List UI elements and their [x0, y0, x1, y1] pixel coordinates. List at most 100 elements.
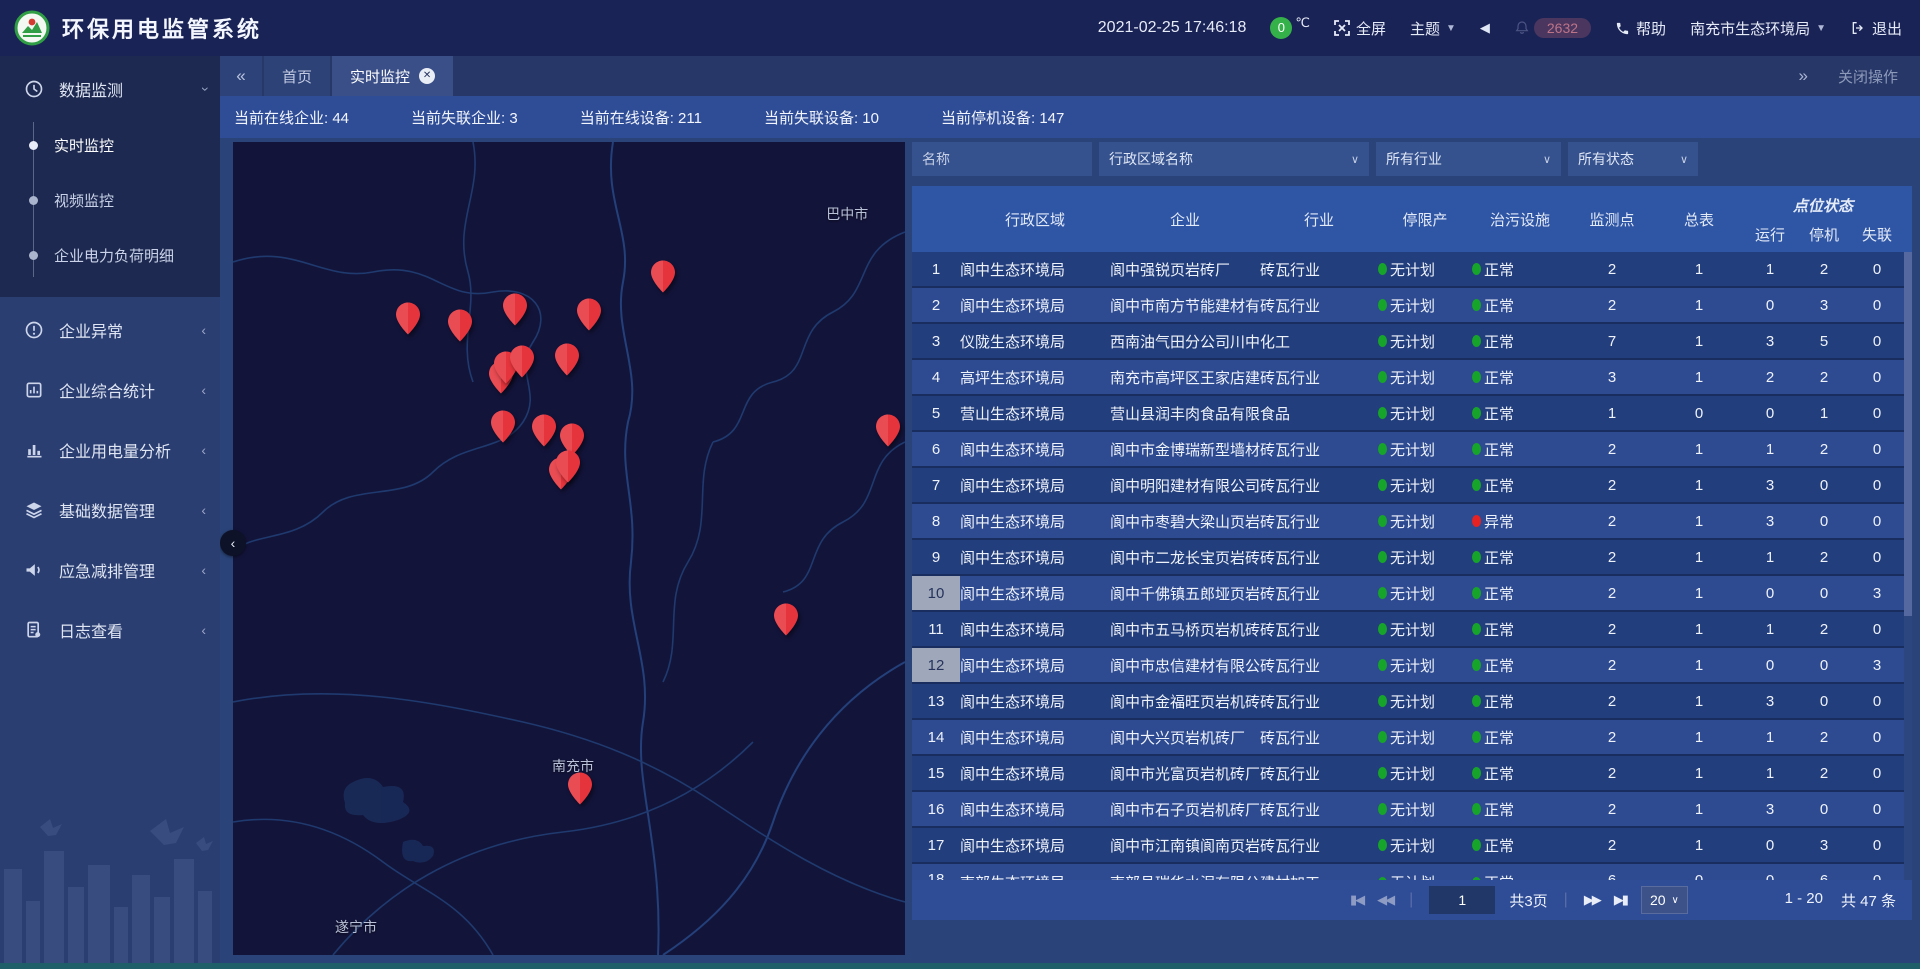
tab-realtime-monitoring[interactable]: 实时监控 ✕ — [332, 56, 453, 96]
value-cell: 1 — [1742, 549, 1798, 566]
table-row[interactable]: 4高坪生态环境局南充市高坪区王家店建砖瓦行业无计划正常31220 — [912, 360, 1904, 396]
last-page-button[interactable]: ▶▮ — [1614, 892, 1627, 908]
map-panel[interactable]: 巴中市南充市遂宁市 ‹ — [233, 142, 905, 955]
status-text: 正常 — [1484, 547, 1514, 568]
page-size-select[interactable]: 20 ∨ — [1641, 886, 1688, 914]
map-pin-icon[interactable] — [510, 345, 534, 377]
table-row[interactable]: 8阆中生态环境局阆中市枣碧大梁山页岩砖瓦行业无计划异常21300 — [912, 504, 1904, 540]
region-filter-select[interactable]: 行政区域名称 ∨ — [1099, 142, 1369, 176]
stat-当前失联企业: 当前失联企业: 3 — [411, 107, 518, 128]
row-index-cell: 1 — [912, 252, 960, 286]
pagination-divider: | — [1564, 891, 1568, 909]
status-text: 无计划 — [1390, 619, 1435, 640]
status-text: 正常 — [1484, 475, 1514, 496]
industry-cell: 建材加工 — [1260, 872, 1378, 880]
map-pin-icon[interactable] — [532, 415, 556, 447]
industry-cell: 砖瓦行业 — [1260, 367, 1378, 388]
sidebar-item-log-view[interactable]: 日志查看‹ — [0, 603, 220, 657]
chevron-left-icon: ‹ — [201, 322, 206, 338]
bottom-accent-strip — [0, 963, 1920, 969]
logout-button[interactable]: 退出 — [1850, 18, 1902, 39]
map-pin-icon[interactable] — [448, 309, 472, 341]
industry-cell: 砖瓦行业 — [1260, 547, 1378, 568]
table-row[interactable]: 3仪陇生态环境局西南油气田分公司川中化工无计划正常71350 — [912, 324, 1904, 360]
sidebar-item-emergency-reduction[interactable]: 应急减排管理‹ — [0, 543, 220, 597]
table-row[interactable]: 5营山生态环境局营山县润丰肉食品有限食品无计划正常10010 — [912, 396, 1904, 432]
table-row[interactable]: 6阆中生态环境局阆中市金博瑞新型墙材砖瓦行业无计划正常21120 — [912, 432, 1904, 468]
name-filter-input[interactable] — [912, 142, 1092, 176]
table-row[interactable]: 9阆中生态环境局阆中市二龙长宝页岩砖砖瓦行业无计划正常21120 — [912, 540, 1904, 576]
table-row[interactable]: 2阆中生态环境局阆中市南方节能建材有砖瓦行业无计划正常21030 — [912, 288, 1904, 324]
sidebar-collapse-button[interactable]: ‹ — [220, 530, 246, 556]
table-scrollbar[interactable] — [1904, 252, 1912, 880]
table-row[interactable]: 10阆中生态环境局阆中千佛镇五郎垭页岩砖瓦行业无计划正常21003 — [912, 576, 1904, 612]
table-row[interactable]: 11阆中生态环境局阆中市五马桥页岩机砖砖瓦行业无计划正常21120 — [912, 612, 1904, 648]
status-cell: 正常 — [1472, 403, 1568, 424]
notification-area[interactable]: 2632 — [1514, 18, 1591, 38]
first-page-button[interactable]: ▮◀ — [1350, 892, 1363, 908]
fullscreen-button[interactable]: 全屏 — [1334, 18, 1386, 39]
map-pin-icon[interactable] — [396, 303, 420, 335]
close-operations-button[interactable]: 关闭操作 — [1838, 66, 1898, 87]
sidebar-group-basic-data-management: 基础数据管理‹ — [0, 477, 220, 537]
company-cell: 阆中市光富页岩机砖厂 — [1110, 763, 1260, 784]
tabs-scroll-left-button[interactable]: « — [220, 56, 262, 96]
top-header: 环保用电监管系统 2021-02-25 17:46:18 0 ℃ 全屏 主题 ▼… — [0, 0, 1920, 56]
next-page-button[interactable]: ▶▶ — [1584, 892, 1600, 908]
table-row[interactable]: 15阆中生态环境局阆中市光富页岩机砖厂砖瓦行业无计划正常21120 — [912, 756, 1904, 792]
scrollbar-thumb[interactable] — [1904, 252, 1912, 616]
industry-cell: 化工 — [1260, 331, 1378, 352]
map-pin-icon[interactable] — [503, 294, 527, 326]
prev-page-button[interactable]: ◀◀ — [1377, 892, 1393, 908]
map-pin-icon[interactable] — [577, 299, 601, 331]
help-button[interactable]: 帮助 — [1615, 18, 1666, 39]
table-row[interactable]: 14阆中生态环境局阆中大兴页岩机砖厂砖瓦行业无计划正常21120 — [912, 720, 1904, 756]
value-cell: 1 — [1656, 765, 1742, 782]
table-row[interactable]: 1阆中生态环境局阆中强锐页岩砖厂砖瓦行业无计划正常21120 — [912, 252, 1904, 288]
sidebar-submenu: 实时监控视频监控企业电力负荷明细 — [0, 116, 220, 291]
sidebar-item-power-usage-analysis[interactable]: 企业用电量分析‹ — [0, 423, 220, 477]
status-dot-icon — [1472, 515, 1481, 527]
map-pin-icon[interactable] — [556, 451, 580, 483]
industry-filter-select[interactable]: 所有行业 ∨ — [1376, 142, 1561, 176]
sidebar-group-enterprise-abnormal: 企业异常‹ — [0, 297, 220, 357]
status-text: 无计划 — [1390, 547, 1435, 568]
value-cell: 0 — [1850, 549, 1904, 566]
value-cell: 2 — [1568, 513, 1656, 530]
tabs-scroll-right-button[interactable]: » — [1799, 66, 1808, 86]
map-pin-icon[interactable] — [568, 773, 592, 805]
tab-close-icon[interactable]: ✕ — [419, 68, 435, 84]
row-index-cell: 11 — [912, 612, 960, 646]
theme-dropdown[interactable]: 主题 ▼ — [1410, 18, 1456, 39]
map-pin-icon[interactable] — [555, 343, 579, 375]
user-org-dropdown[interactable]: 南充市生态环境局 ▼ — [1690, 18, 1826, 39]
map-pin-icon[interactable] — [491, 411, 515, 443]
total-pages-label: 共3页 — [1509, 890, 1547, 911]
table-row[interactable]: 13阆中生态环境局阆中市金福旺页岩机砖砖瓦行业无计划正常21300 — [912, 684, 1904, 720]
bell-icon — [1514, 20, 1530, 36]
row-index-cell: 6 — [912, 432, 960, 466]
map-pin-icon[interactable] — [774, 604, 798, 636]
sidebar-item-data-monitoring[interactable]: 数据监测‹ — [0, 62, 220, 116]
table-row[interactable]: 18南部生态环境局南部县瑞华水泥有限公建材加工无计划正常60060 — [912, 864, 1904, 880]
status-dot-icon — [1472, 587, 1481, 599]
sidebar-subitem-power-load-detail[interactable]: 企业电力负荷明细 — [0, 228, 220, 283]
map-pin-icon[interactable] — [876, 415, 900, 447]
page-number-input[interactable] — [1429, 886, 1495, 914]
value-cell: 2 — [1568, 297, 1656, 314]
sidebar-subitem-realtime-monitoring[interactable]: 实时监控 — [0, 118, 220, 173]
status-filter-select[interactable]: 所有状态 ∨ — [1568, 142, 1698, 176]
table-row[interactable]: 17阆中生态环境局阆中市江南镇阆南页岩砖瓦行业无计划正常21030 — [912, 828, 1904, 864]
sidebar-item-enterprise-statistics[interactable]: 企业综合统计‹ — [0, 363, 220, 417]
value-cell: 1 — [1656, 729, 1742, 746]
table-row[interactable]: 12阆中生态环境局阆中市忠信建材有限公砖瓦行业无计划正常21003 — [912, 648, 1904, 684]
value-cell: 3 — [1742, 513, 1798, 530]
sidebar-item-basic-data-management[interactable]: 基础数据管理‹ — [0, 483, 220, 537]
sidebar-item-enterprise-abnormal[interactable]: 企业异常‹ — [0, 303, 220, 357]
table-row[interactable]: 7阆中生态环境局阆中明阳建材有限公司砖瓦行业无计划正常21300 — [912, 468, 1904, 504]
sound-toggle-button[interactable]: ◀ — [1480, 20, 1490, 36]
tab-home[interactable]: 首页 — [264, 56, 330, 96]
table-row[interactable]: 16阆中生态环境局阆中市石子页岩机砖厂砖瓦行业无计划正常21300 — [912, 792, 1904, 828]
map-pin-icon[interactable] — [651, 261, 675, 293]
sidebar-subitem-video-monitoring[interactable]: 视频监控 — [0, 173, 220, 228]
